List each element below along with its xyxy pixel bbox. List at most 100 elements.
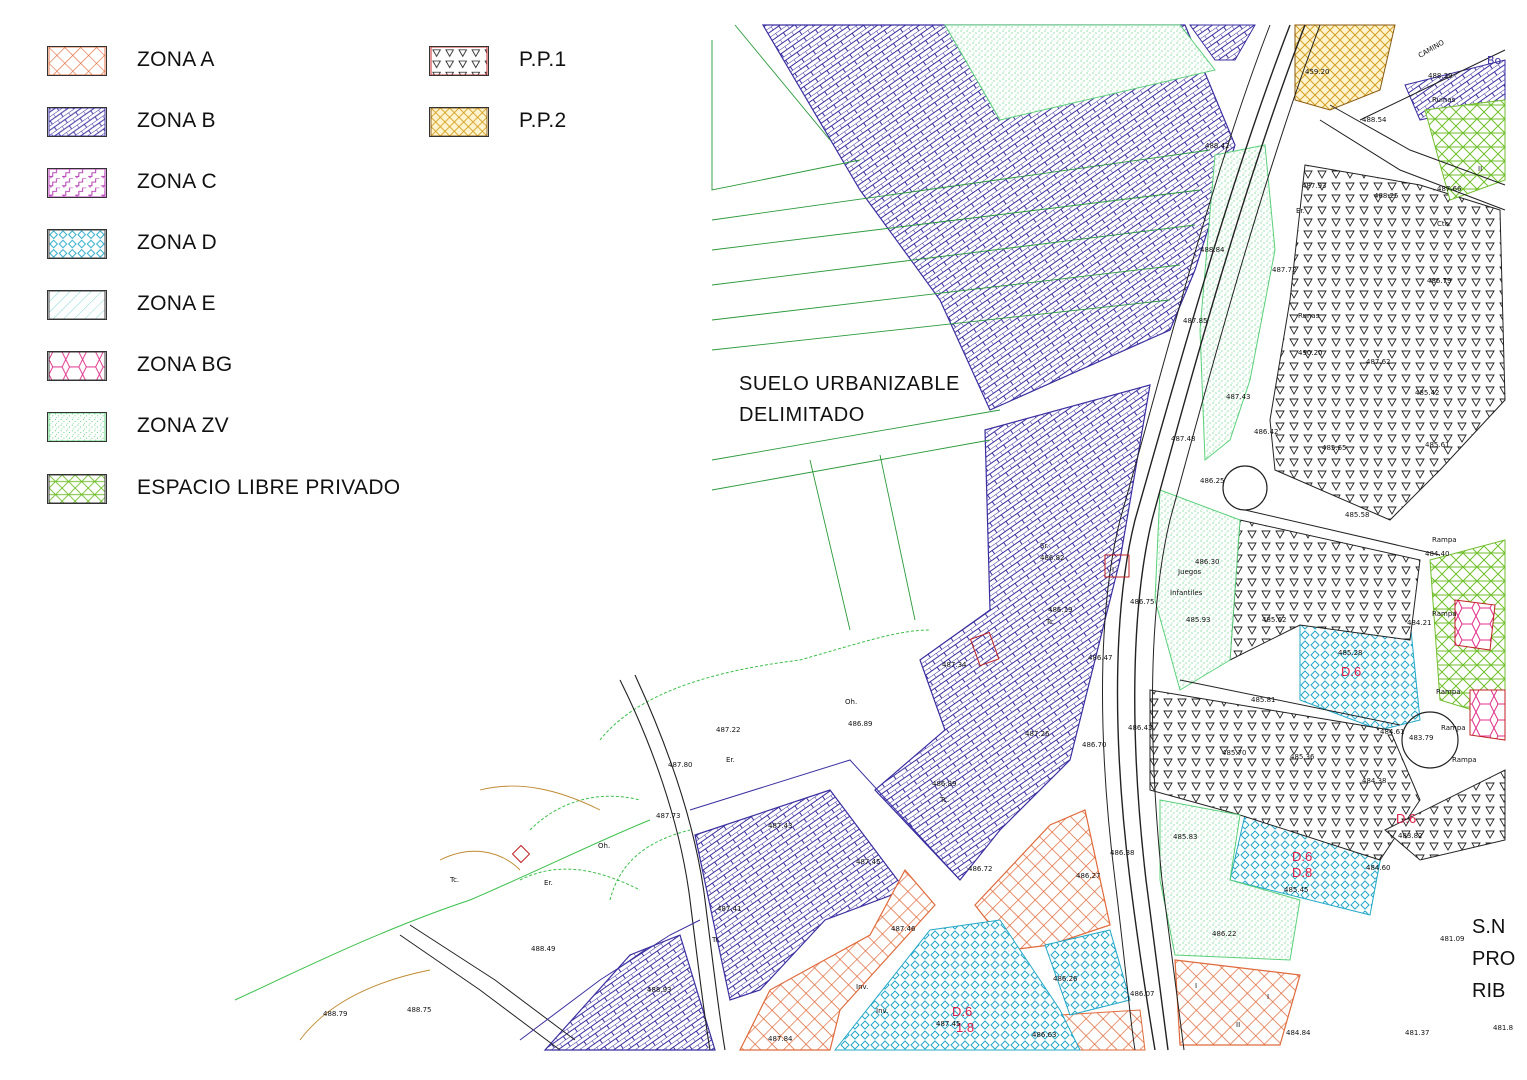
elevation-label: 487.93 [1302, 182, 1327, 190]
annotation-label: I [1112, 566, 1114, 574]
elevation-label: 486.07 [1130, 990, 1155, 998]
roundabout [1222, 465, 1268, 511]
elevation-label: 485.45 [1284, 886, 1309, 894]
elevation-label: 487.46 [891, 925, 916, 933]
elevation-label: 487.43 [768, 822, 793, 830]
rural-road [409, 924, 576, 1041]
annotation-label: Rampa [1436, 688, 1461, 696]
zone-code-label: D.8 [1292, 865, 1312, 880]
elevation-label: 486.89 [932, 780, 957, 788]
sn-label-line: S.N [1472, 916, 1506, 938]
elevation-label: 484.21 [1407, 619, 1432, 627]
elevation-label: 488.39 [1428, 72, 1453, 80]
elevation-label: 485.61 [1425, 441, 1450, 449]
suelo-label-line: SUELO URBANIZABLE [739, 373, 960, 395]
elevation-label: 486.82 [1040, 554, 1065, 562]
elevation-label: 488.93 [647, 986, 672, 994]
elevation-label: 486.75 [1130, 598, 1155, 606]
sn-label-line: PRO [1472, 948, 1516, 970]
elevation-label: 488.79 [323, 1010, 348, 1018]
field-boundary [809, 454, 916, 631]
elevation-label: 487.66 [1437, 185, 1462, 193]
elevation-label: 486.27 [1076, 872, 1101, 880]
zona-b-area [543, 934, 716, 1051]
elevation-label: 487.73 [656, 812, 681, 820]
annotation-label: Tr. [711, 936, 720, 944]
elevation-label: 481.37 [1405, 1029, 1430, 1037]
building-marker [511, 844, 531, 864]
elevation-label: 487.85 [1183, 317, 1208, 325]
annotation-label: Oh. [845, 698, 857, 706]
zone-code-label: D.6 [1341, 664, 1361, 679]
annotation-label: Sr. [1040, 542, 1049, 550]
elevation-label: 488.49 [531, 945, 556, 953]
annotation-label: Bo [1487, 54, 1502, 67]
map-canvas: D.6 D.6 D.8 D.6 1.8 D.6 CAMINO 459.20 48… [234, 24, 1513, 1051]
elevation-label: 484.40 [1425, 550, 1450, 558]
annotation-label: Juegos [1177, 568, 1202, 576]
annotation-label: Tc. [939, 796, 949, 804]
elevation-label: 488.75 [407, 1006, 432, 1014]
annotation-label: Rampa [1432, 610, 1457, 618]
elevation-label: 483.82 [1398, 832, 1423, 840]
annotation-label: Rampa [1441, 724, 1466, 732]
zona-bg-area [1469, 689, 1506, 741]
elevation-label: 484.61 [1380, 728, 1405, 736]
elevation-label: 486.63 [1032, 1031, 1057, 1039]
elevation-label: 485.62 [1262, 616, 1287, 624]
elevation-label: 486.30 [1195, 558, 1220, 566]
elevation-label: 485.70 [1222, 749, 1247, 757]
annotation-label: Oh. [598, 842, 610, 850]
elevation-label: 487.84 [768, 1035, 793, 1043]
terrain-contour [299, 785, 601, 1041]
elevation-label: 485.58 [1345, 511, 1370, 519]
zona-d-area [1044, 929, 1131, 1016]
elevation-label: 486.89 [848, 720, 873, 728]
elevation-label: 487.41 [717, 905, 742, 913]
annotation-label: I [1267, 993, 1269, 1001]
suelo-urbanizable-label: SUELO URBANIZABLE DELIMITADO [739, 369, 960, 431]
annotation-label: Inv. [856, 983, 868, 991]
annotation-label: Rampa [1452, 756, 1477, 764]
elevation-label: 487.72 [1272, 266, 1297, 274]
suelo-no-urbanizable-label: S.N PRO RIB [1472, 911, 1515, 1007]
elevation-label: 488.25 [1374, 192, 1399, 200]
elevation-label: 486.38 [1110, 849, 1135, 857]
sn-label-line: RIB [1472, 980, 1506, 1002]
annotation-label: Inv. [876, 1007, 888, 1015]
elevation-label: 488.54 [1362, 116, 1387, 124]
elevation-label: 490.20 [1298, 349, 1323, 357]
elevation-label: 481.8 [1493, 1024, 1513, 1032]
elevation-label: 485.93 [1186, 616, 1211, 624]
elevation-label: 486.42 [1254, 428, 1279, 436]
elevation-label: 486.26 [1053, 975, 1078, 983]
elevation-label: 487.34 [942, 661, 967, 669]
pp1-area [1269, 164, 1506, 521]
elevation-label: 484.60 [1366, 864, 1391, 872]
elevation-label: 487.45 [856, 858, 881, 866]
elevation-label: 484.38 [1362, 777, 1387, 785]
zone-code-label: D.6 [952, 1004, 972, 1019]
elevation-label: 486.70 [1082, 741, 1107, 749]
annotation-label: Ruinas [1432, 96, 1456, 104]
zone-code-label: D.6 [1292, 849, 1312, 864]
elevation-label: 488.42 [1205, 142, 1230, 150]
elevation-label: 487.45 [936, 1020, 961, 1028]
vegetation-outline [234, 819, 651, 1001]
elevation-label: 486.19 [1048, 606, 1073, 614]
suelo-label-line: DELIMITADO [739, 404, 865, 426]
annotation-label: II [1478, 165, 1482, 173]
elevation-label: 481.09 [1440, 935, 1465, 943]
zona-a-area [1174, 959, 1301, 1046]
annotation-label: Tc. [449, 876, 459, 884]
elevation-label: 487.48 [1171, 435, 1196, 443]
zona-bg-area [1454, 599, 1496, 651]
elevation-label: 487.26 [1025, 730, 1050, 738]
elevation-label: 485.42 [1415, 389, 1440, 397]
annotation-label: Cto. [1437, 220, 1451, 228]
elevation-label: 486.79 [1427, 277, 1452, 285]
annotation-label: Runas [1298, 312, 1320, 320]
urban-plan-map: D.6 D.6 D.8 D.6 1.8 D.6 CAMINO 459.20 48… [0, 0, 1527, 1080]
elevation-label: 486.43 [1128, 724, 1153, 732]
elevation-label: 485.65 [1322, 444, 1347, 452]
